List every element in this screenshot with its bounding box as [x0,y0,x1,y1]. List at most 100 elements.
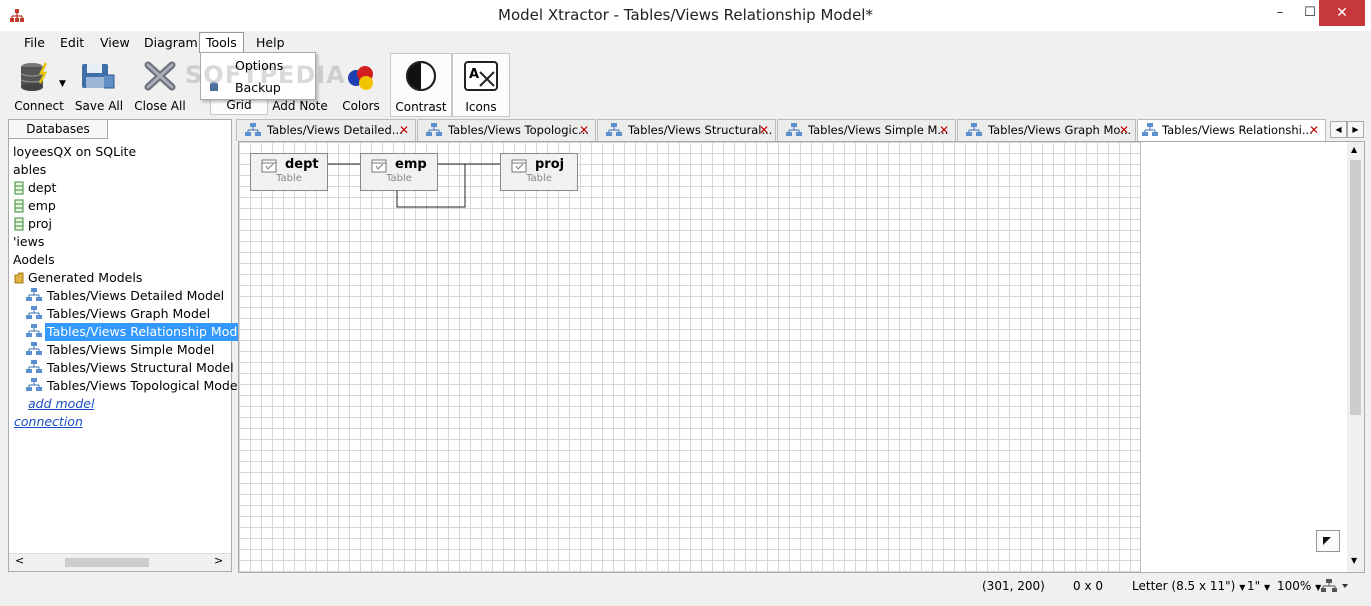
tab-close-icon[interactable]: ✕ [399,120,409,141]
tab-label: Tables/Views Simple M... [808,123,949,137]
model-icon [245,123,261,136]
icons-button[interactable]: A Icons [452,53,510,117]
tab-structural-model[interactable]: Tables/Views Structural... ✕ [597,119,776,141]
paper-size-value: Letter (8.5 x 11") [1132,579,1236,593]
tab-topological-model[interactable]: Tables/Views Topologic... ✕ [417,119,596,141]
save-all-button[interactable]: Save All [74,53,124,115]
colors-label: Colors [342,99,380,113]
tree-generated-models[interactable]: Generated Models [28,269,142,287]
close-window-button[interactable]: ✕ [1319,0,1365,26]
tree-model-item-selected[interactable]: Tables/Views Relationship Model [45,323,251,341]
window-title: Model Xtractor - Tables/Views Relationsh… [498,6,873,24]
contrast-icon [406,61,436,91]
menu-tools[interactable]: Tools [199,32,244,53]
scroll-left-icon[interactable]: < [15,554,24,567]
diagram-canvas[interactable]: dept Table emp Table proj Table ▲ ▼ [238,141,1365,573]
menu-edit[interactable]: Edit [54,33,90,53]
tree-table-item[interactable]: emp [28,197,56,215]
table-node[interactable]: proj Table [500,153,578,191]
model-icon [606,123,622,136]
document-tabs: Tables/Views Detailed... ✕ Tables/Views … [236,119,1364,142]
connect-dropdown-icon[interactable]: ▼ [59,79,66,89]
menu-file[interactable]: File [18,33,51,53]
status-zoom[interactable]: 100% ▼ [1277,579,1321,593]
scroll-thumb[interactable] [1350,160,1361,415]
table-node[interactable]: emp Table [360,153,438,191]
add-note-label: Add Note [272,99,328,113]
scroll-right-icon[interactable]: > [214,554,223,567]
connect-button[interactable]: ▼ Connect [8,53,70,115]
menu-help[interactable]: Help [250,33,291,53]
node-type: Table [386,173,412,184]
chevron-down-icon: ▼ [1239,583,1246,592]
contrast-button[interactable]: Contrast [390,53,452,117]
menu-view[interactable]: View [94,33,136,53]
overview-corner-icon[interactable] [1316,530,1340,552]
tree-model-item[interactable]: Tables/Views Simple Model [47,341,214,359]
model-icon [1142,123,1158,136]
status-bar: (301, 200) 0 x 0 Letter (8.5 x 11") ▼ 1"… [0,574,1371,606]
tab-detailed-model[interactable]: Tables/Views Detailed... ✕ [236,119,416,141]
tab-close-icon[interactable]: ✕ [939,120,949,141]
tree-model-item[interactable]: Tables/Views Graph Model [47,305,210,323]
tabs-scroll-right-icon[interactable]: ▶ [1347,121,1364,138]
tab-databases[interactable]: Databases [9,120,108,139]
close-all-button[interactable]: Close All [132,53,188,115]
menu-item-backup[interactable]: Backup [235,80,281,95]
tree-model-item[interactable]: Tables/Views Structural Model [47,359,234,377]
menu-diagram[interactable]: Diagram [138,33,204,53]
tree-tables-folder[interactable]: ables [13,161,46,179]
tree-views-folder[interactable]: 'iews [13,233,44,251]
table-icon [261,159,277,173]
scroll-up-icon[interactable]: ▲ [1351,145,1357,154]
colors-icon [348,66,373,90]
tab-close-icon[interactable]: ✕ [579,120,589,141]
icons-icon: A [464,61,498,91]
status-coordinates: (301, 200) [982,579,1045,593]
tab-graph-model[interactable]: Tables/Views Graph Mo... ✕ [957,119,1136,141]
tree-model-item[interactable]: Tables/Views Topological Model [47,377,241,395]
tree-table-item[interactable]: proj [28,215,52,233]
tab-simple-model[interactable]: Tables/Views Simple M... ✕ [777,119,956,141]
title-bar: Model Xtractor - Tables/Views Relationsh… [0,0,1371,31]
tab-close-icon[interactable]: ✕ [1309,120,1319,141]
tab-label: Tables/Views Relationshi... [1162,123,1313,137]
status-layout[interactable] [1320,579,1350,596]
tree-models-folder[interactable]: Aodels [13,251,55,269]
tab-relationship-model[interactable]: Tables/Views Relationshi... ✕ [1137,119,1326,142]
close-all-icon [144,61,176,91]
status-selection-size: 0 x 0 [1073,579,1103,593]
minimize-button[interactable]: – [1263,0,1297,26]
page-unit-value: 1" [1247,579,1261,593]
add-model-link[interactable]: add model [28,395,94,413]
node-type: Table [276,173,302,184]
connect-label: Connect [14,99,64,113]
scroll-thumb[interactable] [65,558,149,567]
model-icon [786,123,802,136]
status-page-unit[interactable]: 1" ▼ [1247,579,1270,593]
relationship-lines [327,163,500,208]
menu-item-options[interactable]: Options [235,58,283,73]
scroll-down-icon[interactable]: ▼ [1351,556,1357,565]
icons-label: Icons [465,100,497,114]
tab-label: Tables/Views Topologic... [448,123,589,137]
contrast-label: Contrast [395,100,447,114]
tree-connection[interactable]: loyeesQX on SQLite [13,143,136,161]
table-node[interactable]: dept Table [250,153,328,191]
tree-table-item[interactable]: dept [28,179,56,197]
menu-bar: File Edit View Diagram Tools Help [8,31,1363,53]
canvas-vscrollbar[interactable]: ▲ ▼ [1347,142,1364,572]
svg-text:A: A [469,67,479,82]
tab-close-icon[interactable]: ✕ [1119,120,1129,141]
table-icon [371,159,387,173]
left-panel-hscrollbar[interactable]: < > [9,553,231,571]
model-icon [426,123,442,136]
tab-close-icon[interactable]: ✕ [759,120,769,141]
table-icon [511,159,527,173]
chevron-down-icon: ▼ [1263,583,1271,592]
add-connection-link[interactable]: connection [14,413,83,431]
tabs-scroll-left-icon[interactable]: ◀ [1330,121,1347,138]
table-icon [14,181,24,195]
tree-model-item[interactable]: Tables/Views Detailed Model [47,287,224,305]
status-paper-size[interactable]: Letter (8.5 x 11") ▼ [1132,579,1245,593]
